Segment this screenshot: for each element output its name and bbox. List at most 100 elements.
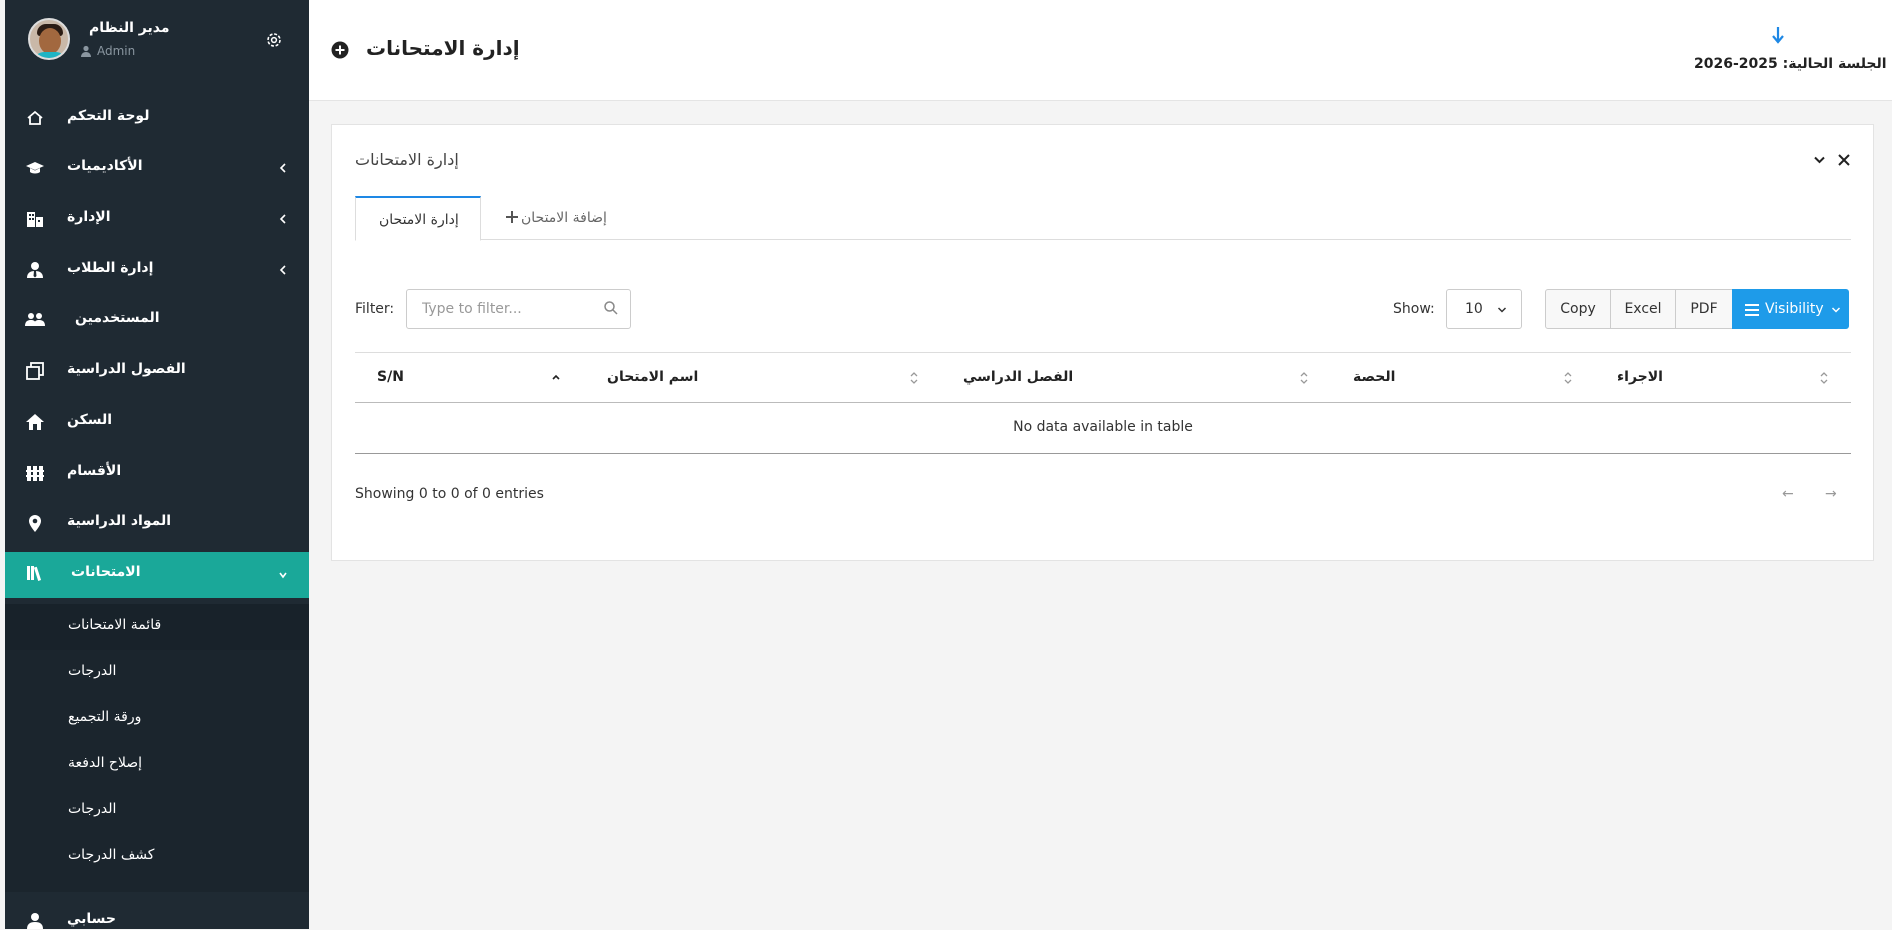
sidebar-item-classes[interactable]: الفصول الدراسية	[5, 350, 309, 394]
panel-tabs: إدارة الامتحان إضافة الامتحان	[355, 196, 1851, 241]
sidebar-item-dashboard[interactable]: لوحة التحكم	[5, 97, 309, 141]
app: مدير النظام Admin لوحة التحكم الأكاديميا…	[0, 0, 1892, 930]
submenu-item-label: كشف الدرجات	[68, 847, 155, 863]
sort-icon[interactable]	[1563, 370, 1573, 386]
sidebar-item-label: الإدارة	[67, 209, 111, 225]
sidebar-item-label: إدارة الطلاب	[67, 260, 154, 276]
pdf-button[interactable]: PDF	[1675, 289, 1733, 329]
chevron-left-icon	[279, 214, 286, 224]
chevron-down-icon	[1831, 307, 1841, 313]
books-icon	[27, 566, 42, 581]
sidebar-item-administration[interactable]: الإدارة	[5, 198, 309, 242]
column-header-sn[interactable]: S/N	[377, 369, 404, 385]
header: إدارة الامتحانات الجلسة الحالية: 2025-20…	[309, 0, 1892, 101]
button-label: Copy	[1560, 301, 1596, 317]
exams-submenu: قائمة الامتحانات الدرجات ورقة التجميع إص…	[5, 604, 309, 892]
sidebar-item-label: المستخدمين	[75, 310, 160, 326]
chevron-left-icon	[279, 265, 286, 275]
chevron-down-icon	[279, 572, 287, 579]
page-length-select[interactable]: 10	[1446, 289, 1522, 329]
sidebar-item-label: الفصول الدراسية	[67, 361, 186, 377]
exam-panel: إدارة الامتحانات إدارة الامتحان إضافة ال…	[331, 124, 1874, 561]
plus-icon	[506, 211, 518, 223]
page-title: إدارة الامتحانات	[366, 36, 520, 60]
sidebar-item-student-management[interactable]: إدارة الطلاب	[5, 249, 309, 293]
sort-icon[interactable]	[1819, 370, 1829, 386]
column-header-term[interactable]: الفصل الدراسي	[963, 369, 1073, 385]
sidebar-item-academies[interactable]: الأكاديميات	[5, 147, 309, 191]
submenu-item-label: الدرجات	[68, 801, 117, 817]
submenu-item-label: قائمة الامتحانات	[68, 617, 162, 633]
submenu-item-marksheet[interactable]: كشف الدرجات	[5, 834, 309, 880]
home-icon	[27, 110, 43, 125]
sort-asc-icon[interactable]	[551, 370, 561, 386]
submenu-item-grades[interactable]: الدرجات	[5, 650, 309, 696]
sidebar-item-departments[interactable]: الأقسام	[5, 452, 309, 496]
excel-button[interactable]: Excel	[1610, 289, 1676, 329]
submenu-item-label: الدرجات	[68, 663, 117, 679]
visibility-button[interactable]: Visibility	[1732, 289, 1849, 329]
column-header-action[interactable]: الاجراء	[1617, 369, 1663, 385]
chevron-down-icon	[1497, 307, 1507, 313]
building-icon	[27, 212, 43, 227]
bars-icon	[1745, 304, 1759, 316]
sidebar-item-users[interactable]: المستخدمين	[5, 299, 309, 343]
column-header-exam-name[interactable]: اسم الامتحان	[607, 369, 698, 385]
sidebar-item-label: السكن	[67, 412, 113, 428]
user-role: Admin	[97, 44, 136, 58]
submenu-item-label: ورقة التجميع	[68, 709, 142, 725]
button-label: PDF	[1690, 301, 1718, 317]
gear-icon[interactable]	[265, 31, 283, 49]
submenu-item-batch-fix[interactable]: إصلاح الدفعة	[5, 742, 309, 788]
table-info: Showing 0 to 0 of 0 entries	[355, 486, 544, 502]
pagination-prev[interactable]: ←	[1782, 486, 1794, 502]
user-icon	[27, 913, 43, 929]
chevron-down-icon[interactable]	[1813, 154, 1826, 166]
filter-input[interactable]	[407, 290, 597, 328]
submenu-item-grades-2[interactable]: الدرجات	[5, 788, 309, 834]
sidebar-item-label: الأكاديميات	[67, 158, 143, 174]
table-header: S/N اسم الامتحان الفصل الدراسي الحصة الا…	[355, 352, 1851, 403]
chevron-left-icon	[279, 163, 286, 173]
empty-message: No data available in table	[1013, 419, 1193, 435]
fence-icon	[26, 466, 44, 481]
users-icon	[25, 313, 45, 326]
current-session: الجلسة الحالية: 2025-2026	[1694, 56, 1887, 72]
sidebar-item-subjects[interactable]: المواد الدراسية	[5, 502, 309, 546]
tab-add-exam[interactable]: إضافة الامتحان	[505, 196, 625, 241]
table-empty-row: No data available in table	[355, 403, 1851, 454]
panel-title: إدارة الامتحانات	[355, 150, 459, 169]
user-name: مدير النظام	[89, 20, 170, 36]
pagination-next[interactable]: →	[1825, 486, 1837, 502]
clone-icon	[26, 362, 44, 380]
copy-button[interactable]: Copy	[1545, 289, 1611, 329]
sidebar-item-label: الامتحانات	[71, 564, 141, 580]
tab-manage-exam[interactable]: إدارة الامتحان	[355, 196, 481, 241]
map-pin-icon	[29, 515, 41, 532]
submenu-item-exam-list[interactable]: قائمة الامتحانات	[5, 604, 309, 650]
search-icon	[604, 301, 618, 315]
button-label: Excel	[1624, 301, 1662, 317]
close-icon[interactable]	[1837, 153, 1851, 167]
tab-label: إدارة الامتحان	[379, 212, 459, 228]
submenu-item-tabulation-sheet[interactable]: ورقة التجميع	[5, 696, 309, 742]
arrow-down-icon[interactable]	[1771, 26, 1785, 44]
filter-label: Filter:	[355, 301, 395, 317]
submenu-item-label: إصلاح الدفعة	[68, 755, 143, 771]
sort-icon[interactable]	[1299, 370, 1309, 386]
avatar[interactable]	[28, 18, 70, 60]
filter-field	[406, 289, 631, 329]
button-label: Visibility	[1765, 301, 1824, 317]
plus-circle-icon[interactable]	[331, 41, 349, 59]
sidebar-item-housing[interactable]: السكن	[5, 401, 309, 445]
sort-icon[interactable]	[909, 370, 919, 386]
sidebar-item-my-account[interactable]: حسابي	[5, 900, 309, 929]
user-box: مدير النظام Admin	[5, 0, 309, 82]
house-icon	[26, 414, 44, 430]
show-label: Show:	[1393, 301, 1435, 317]
column-header-period[interactable]: الحصة	[1353, 369, 1395, 385]
page-length-value: 10	[1465, 301, 1483, 317]
sidebar-item-exams[interactable]: الامتحانات	[5, 552, 309, 598]
tab-label: إضافة الامتحان	[521, 210, 607, 226]
sidebar-item-label: لوحة التحكم	[67, 108, 150, 124]
